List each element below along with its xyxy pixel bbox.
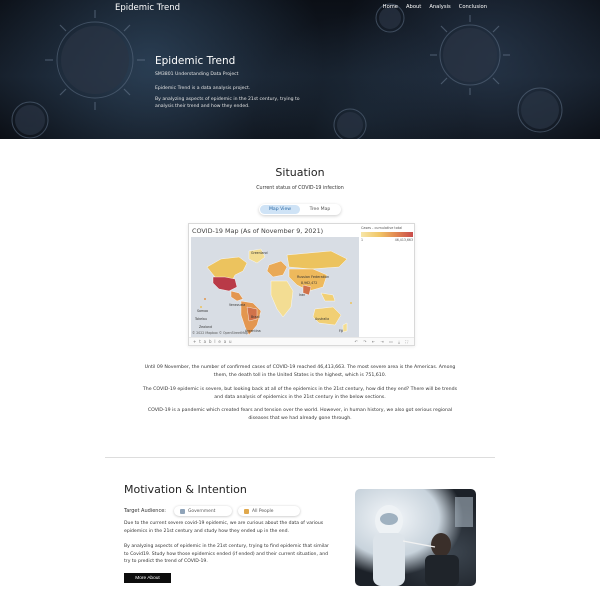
tableau-map-embed[interactable]: COVID-19 Map (As of November 9, 2021) Gr… bbox=[188, 223, 415, 346]
photo-illustration bbox=[373, 497, 473, 586]
map-label-russia-cases: 8,962,472 bbox=[301, 281, 318, 285]
motivation-title: Motivation & Intention bbox=[124, 483, 247, 496]
situation-title: Situation bbox=[275, 166, 325, 179]
map-label-brazil: Brazil bbox=[251, 315, 260, 319]
legend-max: 46,413,663 bbox=[394, 238, 413, 242]
motivation-paragraph-1: Due to the current severe covid-19 epide… bbox=[124, 521, 324, 534]
tableau-toolbar: + t a b l e a u ↶ ↷ ⇤ ⇥ ▭ ⤓ ⛶ bbox=[189, 337, 414, 345]
legend-title: Cases - cumulative total bbox=[361, 226, 403, 230]
map-label-tokelau: Tokelau bbox=[195, 317, 207, 321]
covid-testing-photo bbox=[355, 489, 476, 586]
map-label-russia: Russian Federation bbox=[297, 275, 330, 279]
map-title: COVID-19 Map (As of November 9, 2021) bbox=[192, 227, 324, 235]
nav-link-about[interactable]: About bbox=[406, 4, 421, 10]
situation-paragraph-1: Until 09 November, the number of confirm… bbox=[144, 365, 456, 379]
nav-link-conclusion[interactable]: Conclusion bbox=[459, 4, 487, 10]
map-label-australia: Australia bbox=[315, 317, 330, 321]
hero-subtitle: SM3801 Understanding Data Project bbox=[155, 72, 239, 77]
map-label-venezuela: Venezuela bbox=[229, 303, 246, 307]
map-label-samoa: Samoa bbox=[197, 309, 208, 313]
tableau-logo[interactable]: + t a b l e a u bbox=[193, 339, 232, 344]
audience-chip-all-people[interactable]: All People bbox=[238, 506, 300, 516]
situation-paragraph-3: COVID-19 is a pandemic which created fea… bbox=[147, 408, 453, 422]
map-label-fiji: Fiji bbox=[339, 329, 344, 333]
map-view-tab[interactable]: Map View bbox=[260, 205, 300, 214]
view-toggle: Map View Tree Map bbox=[259, 204, 341, 215]
map-label-iran: Iran bbox=[299, 293, 306, 297]
map-legend: Cases - cumulative total 1 46,413,663 bbox=[361, 226, 413, 242]
brand-logo-text[interactable]: Epidemic Trend bbox=[115, 3, 180, 13]
situation-subtitle: Current status of COVID-19 infection bbox=[256, 186, 344, 191]
hero-description-2: By analyzing aspects of epidemic in the … bbox=[155, 97, 300, 110]
hero-banner: Epidemic Trend Home About Analysis Concl… bbox=[0, 0, 600, 139]
hero-title: Epidemic Trend bbox=[155, 55, 236, 67]
motivation-paragraph-2: By analyzing aspects of epidemic in the … bbox=[124, 544, 329, 565]
hero-description: Epidemic Trend is a data analysis projec… bbox=[155, 86, 251, 91]
more-about-button[interactable]: More About bbox=[124, 573, 171, 583]
nav-link-analysis[interactable]: Analysis bbox=[429, 4, 450, 10]
government-icon bbox=[180, 508, 185, 514]
audience-chip-government[interactable]: Government bbox=[174, 506, 232, 516]
toolbar-icons[interactable]: ↶ ↷ ⇤ ⇥ ▭ ⤓ ⛶ bbox=[355, 339, 410, 344]
chip-label: Government bbox=[188, 508, 216, 514]
legend-min: 1 bbox=[361, 238, 364, 242]
section-divider bbox=[105, 457, 495, 458]
top-nav: Home About Analysis Conclusion bbox=[383, 4, 487, 10]
map-label-zealand: Zealand bbox=[199, 325, 212, 329]
situation-paragraph-2: The COVID-19 epidemic is severe, but loo… bbox=[142, 387, 458, 401]
people-icon bbox=[244, 508, 249, 514]
world-map-graphic bbox=[200, 248, 352, 336]
legend-color-scale bbox=[361, 232, 413, 237]
map-label-greenland: Greenland bbox=[251, 251, 268, 255]
tree-map-tab[interactable]: Tree Map bbox=[300, 205, 340, 214]
target-audience-label: Target Audience: bbox=[124, 508, 166, 514]
nav-link-home[interactable]: Home bbox=[383, 4, 398, 10]
map-credit[interactable]: © 2022 Mapbox © OpenStreetMap bbox=[192, 331, 248, 335]
chip-label: All People bbox=[252, 508, 274, 514]
world-map[interactable]: Greenland Russian Federation 8,962,472 I… bbox=[191, 237, 359, 340]
virus-background-image bbox=[11, 3, 563, 139]
